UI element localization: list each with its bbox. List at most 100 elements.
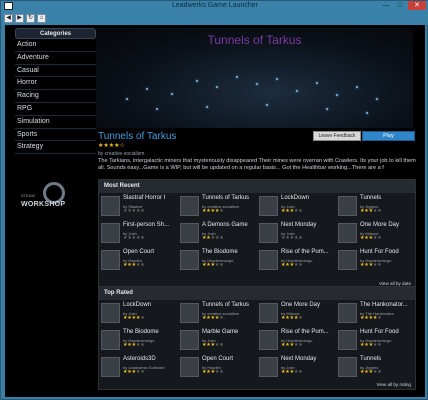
game-thumbnail[interactable]	[180, 223, 199, 243]
game-title[interactable]: Next Monday	[281, 222, 316, 228]
game-card[interactable]: Hunt For Food by Haydenmango ★★★★★	[338, 249, 416, 273]
game-title[interactable]: Slastraf Horror I	[123, 195, 165, 201]
game-title[interactable]: Tunnels	[360, 356, 381, 362]
leave-feedback-button[interactable]: Leave Feedback	[313, 131, 361, 141]
game-card[interactable]: LockDown by Josh ★★★★★	[101, 302, 179, 326]
category-list: Action Adventure Casual Horror Racing RPG Simu…	[15, 39, 96, 155]
game-title[interactable]: Open Court	[123, 249, 154, 255]
game-thumbnail[interactable]	[338, 330, 357, 350]
game-thumbnail[interactable]	[180, 250, 199, 270]
minimize-button[interactable]: —	[380, 1, 392, 10]
game-card[interactable]: Asteroids3D by Leadwerks Software ★★★★★	[101, 356, 179, 380]
game-thumbnail[interactable]	[101, 196, 120, 216]
view-all-by-rating-link[interactable]: View all by rating	[376, 382, 411, 387]
game-thumbnail[interactable]	[101, 223, 120, 243]
category-simulation[interactable]: Simulation	[15, 116, 96, 129]
category-action[interactable]: Action	[15, 39, 96, 52]
banner-light	[206, 106, 208, 108]
game-thumbnail[interactable]	[259, 223, 278, 243]
game-thumbnail[interactable]	[338, 357, 357, 377]
game-title[interactable]: Open Court	[202, 356, 233, 362]
game-title[interactable]: Marble Game	[202, 329, 238, 335]
game-card[interactable]: Open Court by Hayden ★★★★★	[101, 249, 179, 273]
game-thumbnail[interactable]	[338, 250, 357, 270]
category-adventure[interactable]: Adventure	[15, 52, 96, 65]
game-title[interactable]: Rise of the Pum...	[281, 329, 329, 335]
game-title[interactable]: A Demons Game	[202, 222, 248, 228]
game-card[interactable]: Tunnels by Jiggers ★★★★★	[338, 356, 416, 380]
play-button[interactable]: Play	[362, 131, 415, 141]
game-thumbnail[interactable]	[101, 357, 120, 377]
refresh-icon[interactable]: ↻	[26, 13, 35, 23]
category-horror[interactable]: Horror	[15, 77, 96, 91]
category-sports[interactable]: Sports	[15, 129, 96, 142]
game-thumbnail[interactable]	[259, 250, 278, 270]
game-card[interactable]: The Biodome by Haydenmango ★★★★★	[180, 249, 258, 273]
home-icon[interactable]: ⌂	[37, 13, 46, 23]
featured-banner[interactable]: Tunnels of Tarkus	[96, 28, 413, 128]
featured-author: by creative-socialism	[98, 151, 145, 157]
featured-game-title[interactable]: Tunnels of Tarkus	[98, 131, 176, 142]
category-rpg[interactable]: RPG	[15, 103, 96, 116]
game-title[interactable]: Tunnels of Tarkus	[202, 195, 249, 201]
game-thumbnail[interactable]	[101, 250, 120, 270]
game-thumbnail[interactable]	[259, 357, 278, 377]
game-thumbnail[interactable]	[180, 196, 199, 216]
game-card[interactable]: Hunt For Food by Haydenmango ★★★★★	[338, 329, 416, 353]
category-casual[interactable]: Casual	[15, 65, 96, 78]
game-thumbnail[interactable]	[101, 303, 120, 323]
game-title[interactable]: Asteroids3D	[123, 356, 156, 362]
game-title[interactable]: One More Day	[360, 222, 399, 228]
game-card[interactable]: Open Court by Hayden ★★★★★	[180, 356, 258, 380]
game-card[interactable]: The Biodome by Haydenmango ★★★★★	[101, 329, 179, 353]
game-title[interactable]: Hunt For Food	[360, 329, 399, 335]
game-card[interactable]: Tunnels of Tarkus by creative-socialism ★★…	[180, 302, 258, 326]
maximize-button[interactable]: □	[394, 1, 406, 10]
back-icon[interactable]: ◀	[4, 13, 13, 23]
game-thumbnail[interactable]	[259, 330, 278, 350]
category-racing[interactable]: Racing	[15, 90, 96, 103]
game-card[interactable]: Slastraf Horror Iby Slastraf ★★★★★	[101, 195, 179, 219]
game-title[interactable]: One More Day	[281, 302, 320, 308]
game-thumbnail[interactable]	[180, 357, 199, 377]
game-title[interactable]: Tunnels of Tarkus	[202, 302, 249, 308]
game-card[interactable]: Marble Game by Josh ★★★★★	[180, 329, 258, 353]
game-thumbnail[interactable]	[338, 223, 357, 243]
game-title[interactable]: LockDown	[281, 195, 309, 201]
game-card[interactable]: Next Monday by Josh ★★★★★	[259, 356, 337, 380]
game-thumbnail[interactable]	[259, 303, 278, 323]
game-title[interactable]: LockDown	[123, 302, 151, 308]
banner-light	[356, 86, 358, 88]
steam-workshop-link[interactable]: STEAM WORKSHOP	[21, 182, 91, 210]
game-title[interactable]: The Hankonator...	[360, 302, 408, 308]
game-thumbnail[interactable]	[101, 330, 120, 350]
close-button[interactable]: ✕	[408, 1, 426, 10]
game-title[interactable]: Tunnels	[360, 195, 381, 201]
game-card[interactable]: One More Day by Mdsout ★★★★★	[338, 222, 416, 246]
game-card[interactable]: The Hankonator... by The Hankonator ★★★★★	[338, 302, 416, 326]
game-title[interactable]: First-person Sh...	[123, 222, 169, 228]
game-card[interactable]: Tunnels of Tarkus by creative-socialism ★★…	[180, 195, 258, 219]
game-card[interactable]: First-person Sh... by Josh ★★★★★	[101, 222, 179, 246]
game-title[interactable]: Next Monday	[281, 356, 316, 362]
game-thumbnail[interactable]	[180, 330, 199, 350]
banner-light	[256, 83, 258, 85]
forward-icon[interactable]: ▶	[15, 13, 24, 23]
category-strategy[interactable]: Strategy	[15, 141, 96, 155]
game-thumbnail[interactable]	[338, 196, 357, 216]
game-card[interactable]: Rise of the Pum... by Haydenmango ★★★★★	[259, 329, 337, 353]
game-card[interactable]: One More Day by Mdsout ★★★★★	[259, 302, 337, 326]
game-title[interactable]: The Biodome	[202, 249, 238, 255]
game-thumbnail[interactable]	[338, 303, 357, 323]
game-card[interactable]: Next Monday by Josh ★★★★★	[259, 222, 337, 246]
game-thumbnail[interactable]	[180, 303, 199, 323]
game-title[interactable]: Hunt For Food	[360, 249, 399, 255]
game-title[interactable]: Rise of the Pum...	[281, 249, 329, 255]
title-bar[interactable]: Leadwerks Game Launcher — □ ✕	[1, 1, 428, 11]
game-card[interactable]: LockDown by Josh ★★★★★	[259, 195, 337, 219]
game-card[interactable]: Rise of the Pum... by Haydenmango ★★★★★	[259, 249, 337, 273]
game-thumbnail[interactable]	[259, 196, 278, 216]
game-card[interactable]: A Demons Game by Josh ★★★★★	[180, 222, 258, 246]
game-card[interactable]: Tunnels by Jiggers ★★★★★	[338, 195, 416, 219]
game-title[interactable]: The Biodome	[123, 329, 159, 335]
